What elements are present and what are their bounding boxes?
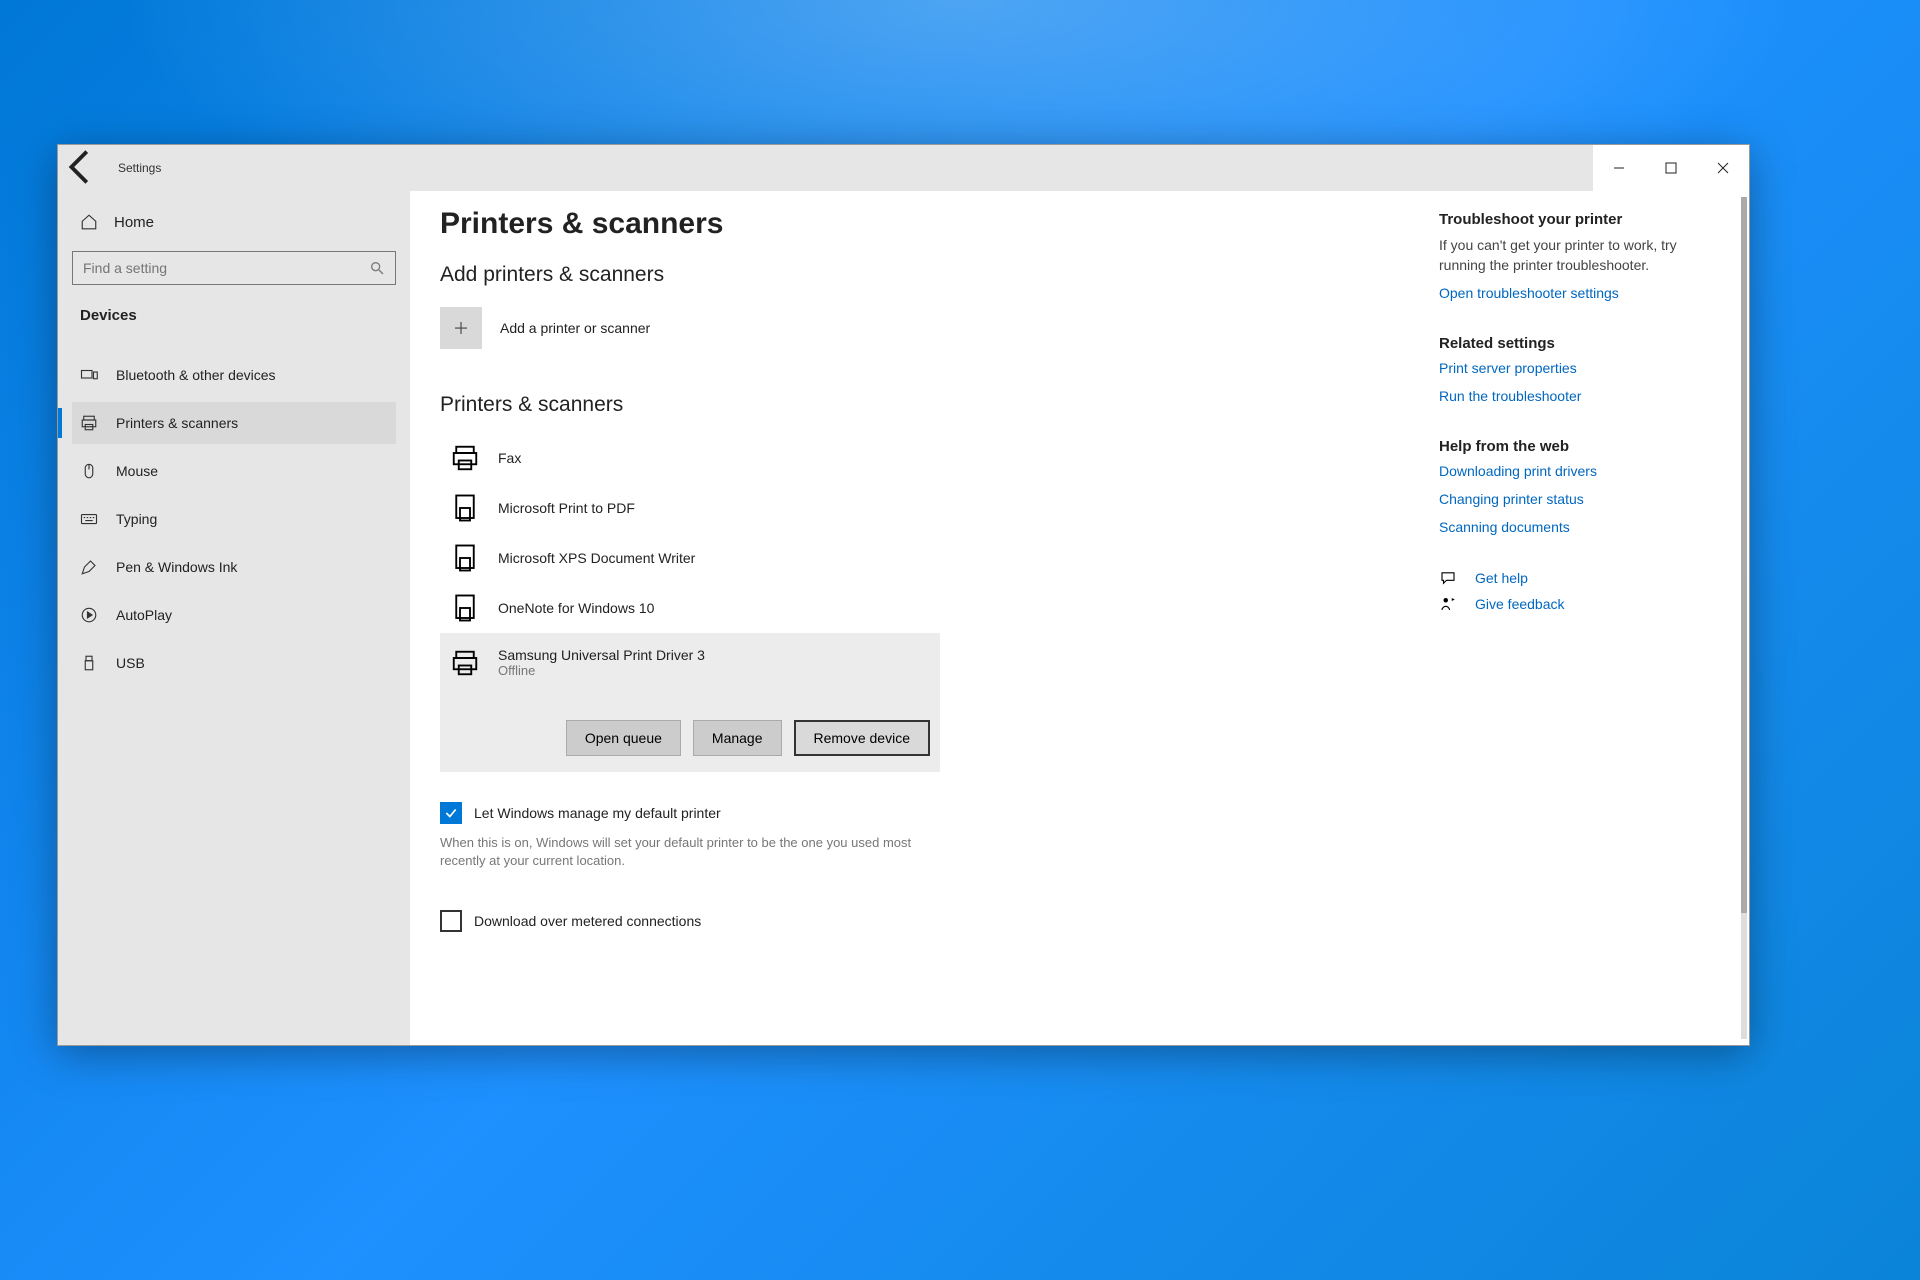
get-help-link[interactable]: Get help — [1475, 570, 1528, 586]
printer-icon — [450, 443, 480, 473]
webhelp-heading: Help from the web — [1439, 438, 1719, 455]
checkbox-label: Download over metered connections — [474, 913, 701, 929]
open-troubleshooter-link[interactable]: Open troubleshooter settings — [1439, 285, 1619, 301]
print-server-link[interactable]: Print server properties — [1439, 360, 1719, 376]
sidebar-item-label: Mouse — [116, 463, 158, 479]
pen-icon — [80, 558, 98, 576]
download-drivers-link[interactable]: Downloading print drivers — [1439, 463, 1719, 479]
sidebar: Home Devices Bluetooth & other devices P… — [58, 191, 410, 1045]
printer-item-pdf[interactable]: Microsoft Print to PDF — [440, 483, 1160, 533]
plus-icon — [440, 307, 482, 349]
default-printer-checkbox-row[interactable]: Let Windows manage my default printer — [440, 802, 1160, 824]
printer-item-samsung[interactable]: Samsung Universal Print Driver 3 Offline… — [440, 633, 940, 772]
file-printer-icon — [450, 493, 480, 523]
remove-device-button[interactable]: Remove device — [794, 720, 931, 756]
arrow-left-icon — [58, 144, 104, 193]
search-icon — [369, 260, 385, 276]
get-help-row[interactable]: Get help — [1439, 569, 1719, 587]
sidebar-item-bluetooth[interactable]: Bluetooth & other devices — [72, 354, 396, 396]
sidebar-category: Devices — [72, 301, 396, 330]
mouse-icon — [80, 462, 98, 480]
feedback-icon — [1439, 595, 1457, 613]
checkbox-unchecked-icon[interactable] — [440, 910, 462, 932]
sidebar-item-autoplay[interactable]: AutoPlay — [72, 594, 396, 636]
printer-icon — [450, 648, 480, 678]
scrollbar-thumb[interactable] — [1741, 197, 1747, 913]
printer-name: Samsung Universal Print Driver 3 — [498, 647, 705, 663]
run-troubleshooter-link[interactable]: Run the troubleshooter — [1439, 388, 1719, 404]
sidebar-home[interactable]: Home — [72, 205, 396, 239]
sidebar-item-label: Typing — [116, 511, 157, 527]
chat-icon — [1439, 569, 1457, 587]
metered-checkbox-row[interactable]: Download over metered connections — [440, 910, 1160, 932]
autoplay-icon — [80, 606, 98, 624]
add-printer-label: Add a printer or scanner — [500, 320, 650, 336]
home-icon — [80, 213, 98, 231]
sidebar-item-pen[interactable]: Pen & Windows Ink — [72, 546, 396, 588]
sidebar-item-label: USB — [116, 655, 145, 671]
open-queue-button[interactable]: Open queue — [566, 720, 681, 756]
give-feedback-link[interactable]: Give feedback — [1475, 596, 1565, 612]
printer-status: Offline — [498, 663, 705, 678]
right-panel: Troubleshoot your printer If you can't g… — [1439, 207, 1719, 1015]
search-box[interactable] — [72, 251, 396, 285]
maximize-button[interactable] — [1645, 145, 1697, 191]
printer-item-fax[interactable]: Fax — [440, 433, 1160, 483]
section-add-heading: Add printers & scanners — [440, 263, 1160, 287]
app-title: Settings — [118, 161, 161, 175]
minimize-button[interactable] — [1593, 145, 1645, 191]
printer-item-onenote[interactable]: OneNote for Windows 10 — [440, 583, 1160, 633]
close-button[interactable] — [1697, 145, 1749, 191]
sidebar-item-label: Bluetooth & other devices — [116, 367, 276, 383]
sidebar-item-typing[interactable]: Typing — [72, 498, 396, 540]
give-feedback-row[interactable]: Give feedback — [1439, 595, 1719, 613]
manage-button[interactable]: Manage — [693, 720, 782, 756]
file-printer-icon — [450, 593, 480, 623]
sidebar-item-label: AutoPlay — [116, 607, 172, 623]
keyboard-icon — [80, 510, 98, 528]
printer-name: Microsoft Print to PDF — [498, 500, 635, 516]
scrollbar[interactable] — [1741, 197, 1747, 1039]
devices-icon — [80, 366, 98, 384]
troubleshoot-text: If you can't get your printer to work, t… — [1439, 236, 1719, 275]
sidebar-item-label: Printers & scanners — [116, 415, 238, 431]
related-heading: Related settings — [1439, 335, 1719, 352]
checkbox-checked-icon[interactable] — [440, 802, 462, 824]
page-title: Printers & scanners — [440, 207, 1160, 241]
sidebar-item-mouse[interactable]: Mouse — [72, 450, 396, 492]
sidebar-item-printers[interactable]: Printers & scanners — [72, 402, 396, 444]
printer-icon — [80, 414, 98, 432]
printer-name: Microsoft XPS Document Writer — [498, 550, 695, 566]
search-input[interactable] — [83, 260, 369, 276]
usb-icon — [80, 654, 98, 672]
printer-item-xps[interactable]: Microsoft XPS Document Writer — [440, 533, 1160, 583]
main-content: Printers & scanners Add printers & scann… — [410, 191, 1749, 1045]
section-list-heading: Printers & scanners — [440, 393, 1160, 417]
add-printer-row[interactable]: Add a printer or scanner — [440, 303, 1160, 353]
troubleshoot-heading: Troubleshoot your printer — [1439, 211, 1719, 228]
sidebar-item-usb[interactable]: USB — [72, 642, 396, 684]
checkbox-label: Let Windows manage my default printer — [474, 805, 721, 821]
printer-name: OneNote for Windows 10 — [498, 600, 654, 616]
settings-window: Settings Home Devices — [57, 144, 1750, 1046]
changing-status-link[interactable]: Changing printer status — [1439, 491, 1719, 507]
file-printer-icon — [450, 543, 480, 573]
printer-name: Fax — [498, 450, 521, 466]
scanning-docs-link[interactable]: Scanning documents — [1439, 519, 1719, 535]
titlebar: Settings — [58, 145, 1749, 191]
printer-list: Fax Microsoft Print to PDF Microsoft XPS… — [440, 433, 1160, 772]
back-button[interactable] — [58, 145, 104, 191]
sidebar-item-label: Pen & Windows Ink — [116, 559, 237, 575]
checkbox-helper-text: When this is on, Windows will set your d… — [440, 834, 940, 870]
sidebar-home-label: Home — [114, 214, 154, 231]
